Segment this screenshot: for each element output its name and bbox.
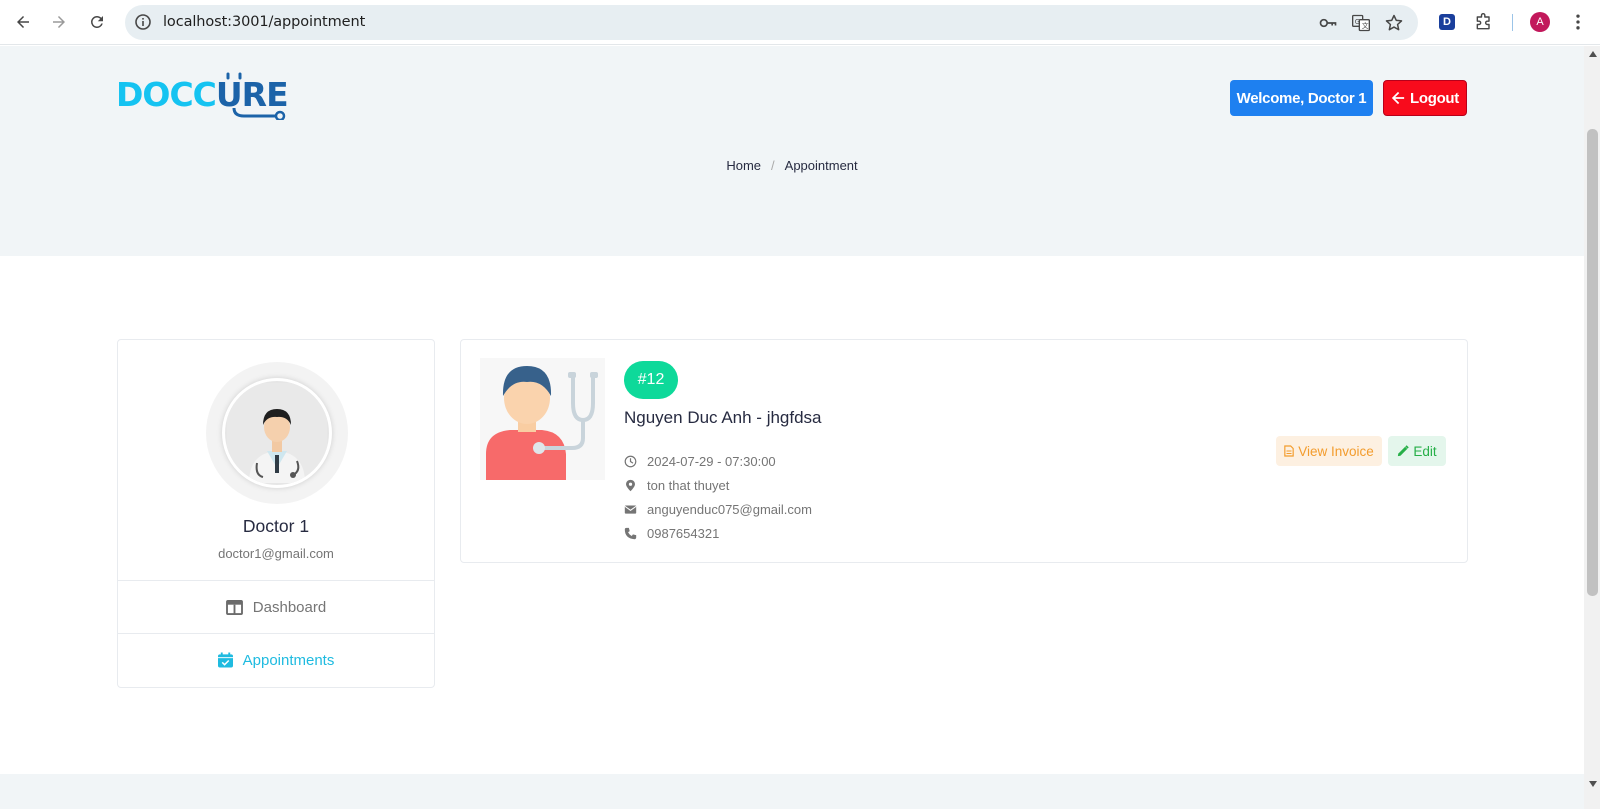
appointment-datetime: 2024-07-29 - 07:30:00	[624, 454, 776, 469]
columns-icon	[225, 599, 243, 615]
email-text: anguyenduc075@gmail.com	[647, 502, 812, 517]
back-button[interactable]	[9, 8, 37, 36]
url-text: localhost:3001/appointment	[163, 14, 366, 30]
extension-d-icon[interactable]: D	[1436, 11, 1458, 33]
profile-sidebar: Doctor 1 doctor1@gmail.com Dashboard App…	[117, 339, 435, 688]
patient-avatar[interactable]	[480, 358, 605, 480]
appointment-email: anguyenduc075@gmail.com	[624, 502, 812, 517]
envelope-icon	[624, 505, 637, 514]
map-marker-icon	[626, 479, 635, 492]
patient-avatar-icon	[480, 358, 605, 480]
edit-label: Edit	[1413, 443, 1437, 459]
sidebar-item-dashboard[interactable]: Dashboard	[118, 580, 434, 633]
arrow-left-icon	[1391, 91, 1405, 105]
breadcrumb-current: Appointment	[784, 158, 858, 173]
arrow-left-icon	[17, 16, 29, 28]
svg-text:文: 文	[1362, 21, 1369, 30]
page-header-banner: DOCCURE Welcome, Doctor 1 Logout Home / …	[0, 46, 1584, 256]
logout-label: Logout	[1409, 89, 1459, 107]
sidebar-item-label: Dashboard	[252, 598, 327, 616]
address-text: ton that thuyet	[647, 478, 730, 493]
browser-toolbar: localhost:3001/appointment G文 D A	[0, 0, 1600, 45]
appointment-phone: 0987654321	[624, 526, 719, 541]
chrome-menu-icon[interactable]	[1567, 11, 1589, 33]
edit-button[interactable]: Edit	[1388, 436, 1446, 466]
stethoscope-logo-icon	[226, 72, 286, 120]
view-invoice-label: View Invoice	[1298, 443, 1374, 459]
scroll-down-icon[interactable]	[1588, 780, 1598, 788]
view-invoice-button[interactable]: View Invoice	[1276, 436, 1382, 466]
site-info-icon[interactable]	[133, 12, 153, 32]
patient-name[interactable]: Nguyen Duc Anh - jhgfdsa	[624, 408, 822, 428]
doctor-avatar-icon	[227, 383, 327, 483]
doctor-avatar	[222, 378, 332, 488]
file-icon	[1284, 445, 1294, 457]
breadcrumb: Home / Appointment	[0, 158, 1584, 173]
scroll-up-icon[interactable]	[1588, 50, 1598, 58]
appointment-id-badge: #12	[624, 361, 678, 399]
address-bar[interactable]: localhost:3001/appointment G文	[125, 5, 1418, 40]
forward-button[interactable]	[45, 8, 73, 36]
appointment-address: ton that thuyet	[624, 478, 729, 493]
doctor-email: doctor1@gmail.com	[218, 546, 334, 561]
reload-button[interactable]	[83, 8, 111, 36]
breadcrumb-home[interactable]: Home	[726, 158, 761, 173]
logout-button[interactable]: Logout	[1383, 80, 1467, 116]
doctor-avatar-ring	[206, 362, 348, 504]
password-key-icon[interactable]	[1318, 13, 1338, 33]
extensions-puzzle-icon[interactable]	[1473, 11, 1495, 33]
doctor-name: Doctor 1	[242, 516, 310, 536]
datetime-text: 2024-07-29 - 07:30:00	[647, 454, 776, 469]
footer-strip	[0, 774, 1584, 809]
page-viewport: DOCCURE Welcome, Doctor 1 Logout Home / …	[0, 46, 1584, 809]
translate-icon[interactable]: G文	[1351, 13, 1371, 33]
bookmark-star-icon[interactable]	[1384, 13, 1404, 33]
doccure-logo[interactable]: DOCCURE	[116, 72, 289, 120]
profile-avatar[interactable]: A	[1530, 12, 1550, 32]
arrow-right-icon	[53, 16, 65, 28]
sidebar-item-appointments[interactable]: Appointments	[118, 633, 434, 686]
appointment-card: #12 Nguyen Duc Anh - jhgfdsa 2024-07-29 …	[460, 339, 1468, 563]
welcome-button[interactable]: Welcome, Doctor 1	[1230, 80, 1373, 116]
pencil-icon	[1398, 445, 1410, 457]
breadcrumb-separator: /	[771, 158, 775, 173]
reload-icon	[90, 15, 103, 28]
calendar-check-icon	[217, 652, 233, 668]
page-scrollbar-thumb[interactable]	[1587, 129, 1598, 596]
sidebar-item-label: Appointments	[242, 651, 335, 669]
phone-text: 0987654321	[647, 526, 720, 541]
svg-text:G: G	[1355, 18, 1360, 26]
phone-icon	[624, 527, 637, 540]
clock-icon	[624, 455, 637, 468]
toolbar-separator	[1512, 14, 1513, 31]
